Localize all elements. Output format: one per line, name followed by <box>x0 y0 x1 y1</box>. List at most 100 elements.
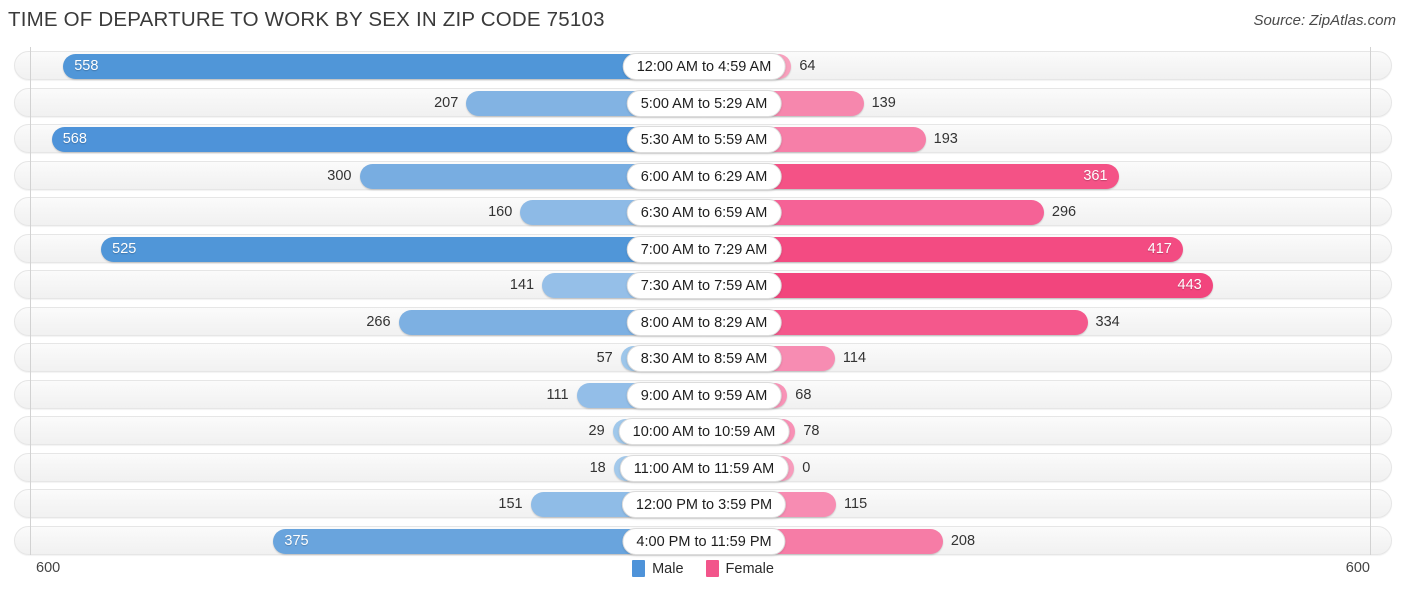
female-value-label: 115 <box>844 496 868 512</box>
male-value-label: 18 <box>589 459 606 476</box>
male-value-label: 29 <box>588 423 605 439</box>
table-row[interactable]: 300 361 6:00 AM to 6:29 AM <box>14 160 1393 191</box>
female-value-label: 78 <box>803 423 820 439</box>
female-value-label: 361 <box>1083 167 1108 184</box>
male-value-label: 266 <box>366 313 391 330</box>
female-bar-track: 68 <box>704 381 1393 410</box>
male-value-label: 375 <box>284 532 309 549</box>
row-category-label: 6:30 AM to 6:59 AM <box>626 199 782 226</box>
female-value-label: 208 <box>950 532 976 549</box>
male-bar-track: 568 <box>15 125 704 154</box>
male-bar-track: 151 <box>15 490 704 519</box>
male-bar-track: 160 <box>15 198 704 227</box>
row-category-label: 5:30 AM to 5:59 AM <box>626 126 782 153</box>
male-value-label: 111 <box>546 386 569 403</box>
female-value-label: 417 <box>1147 240 1172 257</box>
male-bar-track: 266 <box>15 308 704 337</box>
male-bar-track: 18 <box>15 454 704 483</box>
table-row[interactable]: 266 334 8:00 AM to 8:29 AM <box>14 306 1393 337</box>
female-bar-track: 296 <box>704 198 1393 227</box>
chart-root: TIME OF DEPARTURE TO WORK BY SEX IN ZIP … <box>0 0 1406 594</box>
male-value-label: 57 <box>596 350 613 366</box>
table-row[interactable]: 57 114 8:30 AM to 8:59 AM <box>14 343 1392 372</box>
male-value-label: 151 <box>498 496 523 512</box>
chart-legend: Male Female <box>0 560 1406 577</box>
chart-footer: 600 600 Male Female <box>0 555 1406 594</box>
male-bar[interactable] <box>101 236 704 262</box>
male-bar-track: 525 <box>15 235 704 264</box>
male-bar-track: 57 <box>15 344 704 373</box>
table-row[interactable]: 207 139 5:00 AM to 5:29 AM <box>14 87 1393 118</box>
female-bar-track: 139 <box>704 89 1393 118</box>
row-category-label: 4:00 PM to 11:59 PM <box>622 527 786 555</box>
table-row[interactable]: 568 193 5:30 AM to 5:59 AM <box>14 124 1392 153</box>
female-value-label: 443 <box>1177 277 1202 293</box>
table-row[interactable]: 558 64 12:00 AM to 4:59 AM <box>14 51 1392 80</box>
legend-item-female[interactable]: Female <box>705 560 774 577</box>
row-category-label: 8:00 AM to 8:29 AM <box>626 308 782 336</box>
male-value-label: 525 <box>112 240 137 257</box>
male-value-label: 207 <box>434 94 459 111</box>
female-value-label: 0 <box>802 459 811 476</box>
table-row[interactable]: 160 296 6:30 AM to 6:59 AM <box>14 197 1392 226</box>
male-bar-track: 207 <box>15 89 704 118</box>
row-category-label: 11:00 AM to 11:59 AM <box>619 454 789 482</box>
legend-swatch-icon <box>632 560 646 577</box>
female-value-label: 334 <box>1095 313 1120 330</box>
female-value-label: 193 <box>933 131 958 147</box>
female-bar-track: 0 <box>704 454 1393 483</box>
female-value-label: 64 <box>799 58 816 74</box>
male-value-label: 558 <box>74 58 99 74</box>
male-value-label: 300 <box>327 167 352 184</box>
axis-line-left <box>30 47 31 555</box>
female-value-label: 139 <box>871 94 896 111</box>
source-attribution: Source: ZipAtlas.com <box>1253 12 1396 29</box>
plot-area: 558 64 12:00 AM to 4:59 AM 207 139 5:00 AM to… <box>0 47 1406 555</box>
female-bar-track: 208 <box>704 527 1393 556</box>
female-bar-track: 115 <box>704 490 1393 519</box>
male-value-label: 568 <box>62 131 87 147</box>
male-bar-track: 558 <box>15 52 704 81</box>
legend-item-male[interactable]: Male <box>632 560 684 577</box>
axis-line-right <box>1370 47 1371 555</box>
male-bar-track: 29 <box>15 417 704 446</box>
female-bar-track: 193 <box>704 125 1393 154</box>
female-value-label: 296 <box>1051 204 1077 220</box>
female-bar-track: 64 <box>704 52 1393 81</box>
table-row[interactable]: 141 443 7:30 AM to 7:59 AM <box>14 270 1392 299</box>
table-row[interactable]: 525 417 7:00 AM to 7:29 AM <box>14 233 1393 264</box>
female-bar-track: 114 <box>704 344 1393 373</box>
table-row[interactable]: 111 68 9:00 AM to 9:59 AM <box>14 379 1393 410</box>
male-bar[interactable] <box>63 54 704 79</box>
female-bar-track: 417 <box>704 235 1393 264</box>
male-value-label: 160 <box>488 204 513 220</box>
row-category-label: 7:00 AM to 7:29 AM <box>626 235 782 263</box>
row-category-label: 12:00 AM to 4:59 AM <box>622 53 786 80</box>
table-row[interactable]: 18 0 11:00 AM to 11:59 AM <box>14 452 1393 483</box>
male-bar[interactable] <box>51 127 704 152</box>
page-title: TIME OF DEPARTURE TO WORK BY SEX IN ZIP … <box>8 8 605 31</box>
row-category-label: 10:00 AM to 10:59 AM <box>618 418 790 445</box>
male-bar-track: 300 <box>15 162 704 191</box>
male-bar-track: 375 <box>15 527 704 556</box>
male-bar-track: 141 <box>15 271 704 300</box>
table-row[interactable]: 29 78 10:00 AM to 10:59 AM <box>14 416 1392 445</box>
female-bar-track: 78 <box>704 417 1393 446</box>
legend-label: Female <box>725 560 774 577</box>
row-category-label: 12:00 PM to 3:59 PM <box>621 491 787 518</box>
legend-swatch-icon <box>705 560 719 577</box>
female-bar-track: 334 <box>704 308 1393 337</box>
row-category-label: 5:00 AM to 5:29 AM <box>626 89 782 117</box>
table-row[interactable]: 151 115 12:00 PM to 3:59 PM <box>14 489 1392 518</box>
row-category-label: 9:00 AM to 9:59 AM <box>626 381 782 409</box>
table-row[interactable]: 375 208 4:00 PM to 11:59 PM <box>14 525 1393 556</box>
female-bar-track: 443 <box>704 271 1393 300</box>
male-bar-track: 111 <box>15 381 704 410</box>
male-value-label: 141 <box>509 277 535 293</box>
female-value-label: 114 <box>842 350 867 366</box>
legend-label: Male <box>652 560 684 577</box>
row-category-label: 8:30 AM to 8:59 AM <box>626 345 782 372</box>
row-category-label: 7:30 AM to 7:59 AM <box>626 272 782 299</box>
female-bar-track: 361 <box>704 162 1393 191</box>
chart-header: TIME OF DEPARTURE TO WORK BY SEX IN ZIP … <box>0 0 1406 44</box>
